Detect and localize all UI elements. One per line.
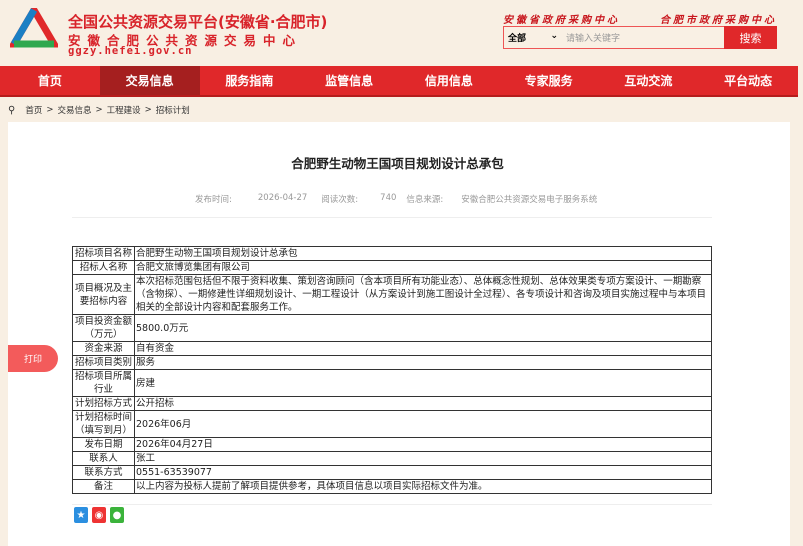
site-logo (10, 8, 58, 48)
table-row: 计划招标方式 公开招标 (72, 396, 712, 411)
table-row: 资金来源 自有资金 (72, 341, 712, 356)
divider (72, 217, 712, 218)
row-label: 联系方式 (72, 465, 135, 480)
row-value: 公开招标 (134, 396, 712, 411)
table-row: 项目投资金额（万元） 5800.0万元 (72, 314, 712, 342)
breadcrumb-plan[interactable]: 招标计划 (156, 104, 190, 116)
row-value: 5800.0万元 (134, 314, 712, 342)
header: 全国公共资源交易平台(安徽省·合肥市) 安徽合肥公共资源交易中心 ggzy.he… (0, 0, 803, 66)
nav-interaction[interactable]: 互动交流 (599, 66, 699, 95)
anhui-procurement-link[interactable]: 安徽省政府采购中心 (503, 11, 620, 26)
wechat-share-icon[interactable]: ● (110, 507, 124, 523)
scope-value: 全部 (508, 34, 527, 44)
publish-date: 2026-04-27 (257, 193, 308, 203)
row-label: 招标项目类别 (72, 355, 135, 370)
row-label: 招标项目名称 (72, 246, 135, 261)
views-label: 阅读次数: (321, 195, 359, 205)
breadcrumb: ⚲ 首页 > 交易信息 > 工程建设 > 招标计划 (8, 104, 190, 117)
main-nav: 首页 交易信息 服务指南 监管信息 信用信息 专家服务 互动交流 平台动态 (0, 66, 798, 97)
row-value: 以上内容为投标人提前了解项目提供参考，具体项目信息以项目实际招标文件为准。 (134, 479, 712, 494)
breadcrumb-home[interactable]: 首页 (25, 104, 42, 116)
location-pin-icon: ⚲ (8, 104, 16, 116)
row-value: 合肥文旅博览集团有限公司 (134, 260, 712, 275)
table-row: 招标人名称 合肥文旅博览集团有限公司 (72, 260, 712, 275)
search-scope-select[interactable]: 全部 ⌄ (504, 31, 562, 44)
nav-service-guide[interactable]: 服务指南 (200, 66, 300, 95)
nav-credit[interactable]: 信用信息 (399, 66, 499, 95)
row-label: 项目概况及主要招标内容 (72, 274, 135, 315)
qzone-share-icon[interactable]: ★ (74, 507, 88, 523)
site-title: 全国公共资源交易平台(安徽省·合肥市) (68, 13, 328, 31)
search-button[interactable]: 搜索 (724, 26, 777, 49)
row-label: 发布日期 (72, 437, 135, 452)
row-value: 本次招标范围包括但不限于资料收集、策划咨询顾问（含本项目所有功能业态）、总体概念… (134, 274, 712, 315)
row-value: 0551-63539077 (134, 465, 712, 480)
weibo-share-icon[interactable]: ◉ (92, 507, 106, 523)
search-input[interactable]: 请输入关键字 (562, 31, 724, 44)
hefei-procurement-link[interactable]: 合肥市政府采购中心 (660, 11, 777, 26)
row-label: 招标人名称 (72, 260, 135, 275)
publish-label: 发布时间: (195, 195, 232, 205)
nav-expert[interactable]: 专家服务 (499, 66, 599, 95)
nav-trade-info[interactable]: 交易信息 (99, 66, 200, 95)
chevron-down-icon: ⌄ (550, 31, 558, 41)
print-button[interactable]: 打印 (8, 345, 58, 372)
table-row: 招标项目所属行业 房建 (72, 369, 712, 397)
table-row: 备注 以上内容为投标人提前了解项目提供参考，具体项目信息以项目实际招标文件为准。 (72, 479, 712, 494)
nav-platform-news[interactable]: 平台动态 (698, 66, 798, 95)
row-label: 备注 (72, 479, 135, 494)
table-row: 联系人 张工 (72, 451, 712, 466)
table-row: 项目概况及主要招标内容 本次招标范围包括但不限于资料收集、策划咨询顾问（含本项目所… (72, 274, 712, 315)
row-value: 张工 (134, 451, 712, 466)
table-row: 发布日期 2026年04月27日 (72, 437, 712, 452)
article-title: 合肥野生动物王国项目规划设计总承包 (291, 156, 504, 171)
row-label: 项目投资金额（万元） (72, 314, 135, 342)
row-label: 计划招标方式 (72, 396, 135, 411)
table-row: 招标项目类别 服务 (72, 355, 712, 370)
row-label: 资金来源 (72, 341, 135, 356)
nav-home[interactable]: 首页 (0, 66, 100, 95)
row-label: 联系人 (72, 451, 135, 466)
table-row: 联系方式 0551-63539077 (72, 465, 712, 480)
source-label: 信息来源: (406, 195, 444, 205)
row-value: 2026年06月 (134, 410, 712, 438)
row-label: 计划招标时间（填写到月） (72, 410, 135, 438)
row-value: 房建 (134, 369, 712, 397)
divider (72, 504, 712, 505)
site-domain: ggzy.hefei.gov.cn (68, 45, 193, 57)
table-row: 计划招标时间（填写到月） 2026年06月 (72, 410, 712, 438)
table-row: 招标项目名称 合肥野生动物王国项目规划设计总承包 (72, 246, 712, 261)
breadcrumb-trade[interactable]: 交易信息 (57, 104, 91, 116)
row-value: 服务 (134, 355, 712, 370)
share-bar: ★ ◉ ● (74, 507, 124, 523)
views-count: 740 (380, 193, 397, 203)
row-value: 自有资金 (134, 341, 712, 356)
source-value: 安徽合肥公共资源交易电子服务系统 (461, 195, 598, 205)
row-value: 2026年04月27日 (134, 437, 712, 452)
article-meta: 发布时间: 2026-04-27 阅读次数: 740 信息来源: 安徽合肥公共资… (195, 193, 611, 205)
nav-supervision[interactable]: 监管信息 (299, 66, 399, 95)
breadcrumb-engineering[interactable]: 工程建设 (107, 104, 141, 116)
row-value: 合肥野生动物王国项目规划设计总承包 (134, 246, 712, 261)
row-label: 招标项目所属行业 (72, 369, 135, 397)
search-bar: 全部 ⌄ 请输入关键字 搜索 (503, 26, 777, 49)
tender-plan-table: 招标项目名称 合肥野生动物王国项目规划设计总承包 招标人名称 合肥文旅博览集团有限公司… (72, 246, 712, 494)
